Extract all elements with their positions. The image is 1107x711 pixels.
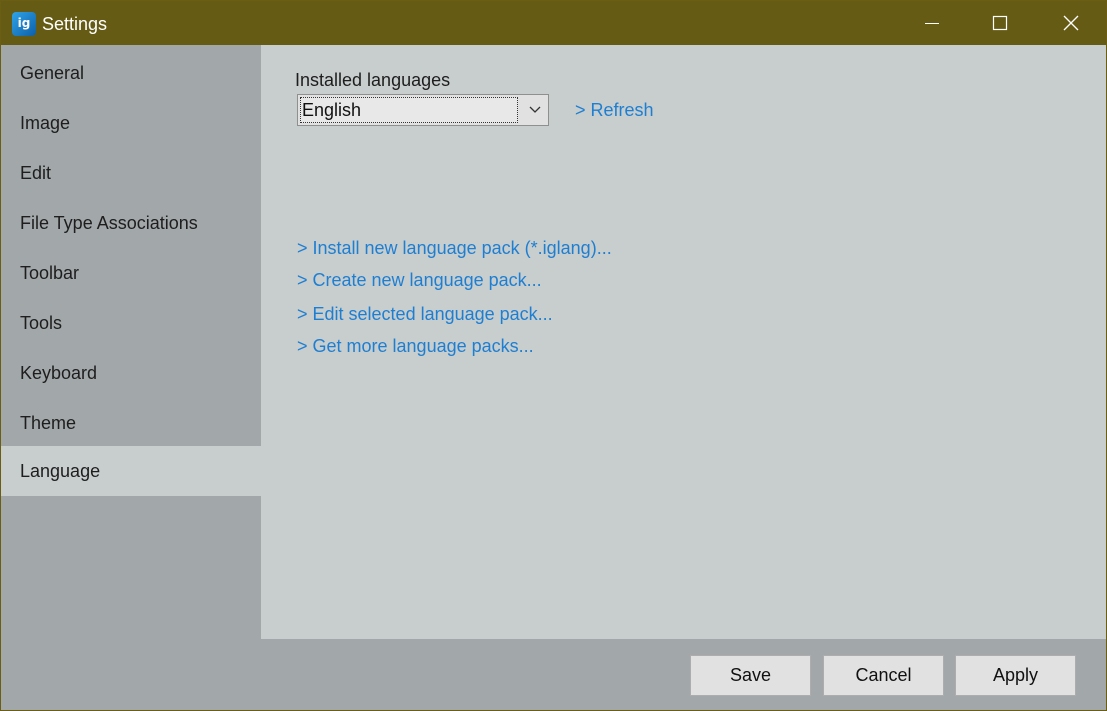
save-button[interactable]: Save bbox=[690, 655, 811, 696]
minimize-icon bbox=[925, 23, 939, 24]
sidebar-item-general[interactable]: General bbox=[1, 48, 261, 98]
sidebar-item-language[interactable]: Language bbox=[1, 446, 261, 496]
language-select-value: English bbox=[300, 97, 518, 123]
installed-languages-label: Installed languages bbox=[295, 70, 451, 90]
settings-window: ig Settings General Image Edit File Type… bbox=[0, 0, 1107, 711]
app-logo-icon: ig bbox=[12, 12, 36, 36]
close-button[interactable] bbox=[1048, 1, 1094, 45]
close-icon bbox=[1063, 15, 1079, 31]
install-language-pack-link[interactable]: > Install new language pack (*.iglang)..… bbox=[297, 237, 612, 259]
cancel-button[interactable]: Cancel bbox=[823, 655, 944, 696]
language-settings-panel: Installed languages English > Refresh > … bbox=[261, 45, 1106, 639]
sidebar-item-toolbar[interactable]: Toolbar bbox=[1, 248, 261, 298]
apply-button[interactable]: Apply bbox=[955, 655, 1076, 696]
title-bar[interactable]: ig Settings bbox=[1, 1, 1106, 45]
sidebar-item-image[interactable]: Image bbox=[1, 98, 261, 148]
settings-sidebar: General Image Edit File Type Association… bbox=[1, 45, 261, 639]
get-more-language-packs-link[interactable]: > Get more language packs... bbox=[297, 335, 534, 357]
maximize-icon bbox=[992, 15, 1008, 31]
sidebar-item-keyboard[interactable]: Keyboard bbox=[1, 348, 261, 398]
refresh-link[interactable]: > Refresh bbox=[575, 99, 654, 121]
language-select[interactable]: English bbox=[297, 94, 549, 126]
sidebar-item-file-type-associations[interactable]: File Type Associations bbox=[1, 198, 261, 248]
maximize-button[interactable] bbox=[977, 1, 1023, 45]
sidebar-item-tools[interactable]: Tools bbox=[1, 298, 261, 348]
create-language-pack-link[interactable]: > Create new language pack... bbox=[297, 269, 542, 291]
edit-language-pack-link[interactable]: > Edit selected language pack... bbox=[297, 303, 553, 325]
window-title: Settings bbox=[42, 14, 108, 34]
chevron-down-icon bbox=[529, 106, 541, 113]
minimize-button[interactable] bbox=[909, 1, 955, 45]
dialog-footer: Save Cancel Apply bbox=[1, 639, 1106, 710]
sidebar-item-theme[interactable]: Theme bbox=[1, 398, 261, 448]
sidebar-item-edit[interactable]: Edit bbox=[1, 148, 261, 198]
